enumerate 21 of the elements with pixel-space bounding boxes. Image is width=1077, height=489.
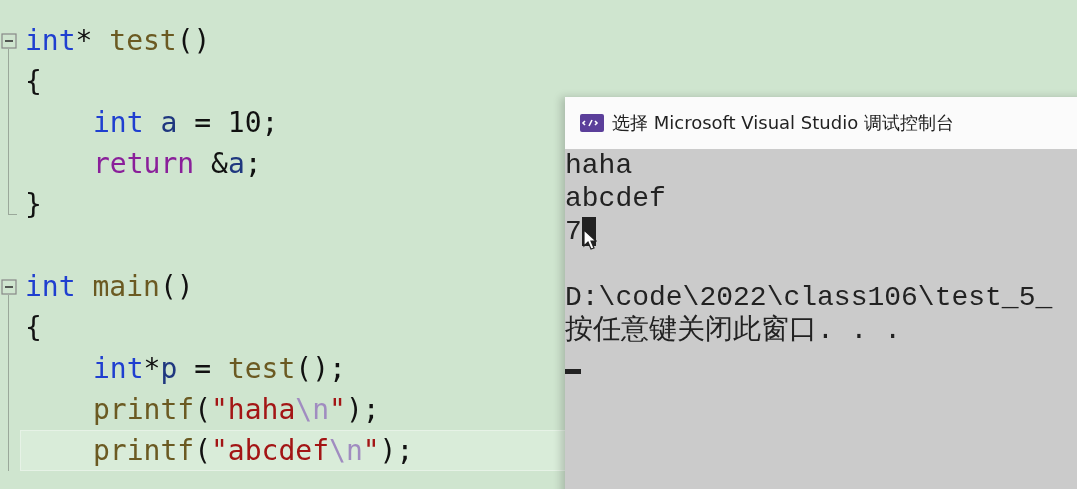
code-line: {: [25, 63, 42, 100]
code-line: return &a;: [93, 145, 262, 182]
code-line: printf("haha\n");: [93, 391, 380, 428]
console-message-line: D:\code\2022\class106\test_5_: [565, 281, 1053, 314]
code-line: {: [25, 309, 42, 346]
code-line: int main(): [25, 268, 194, 305]
console-output-line: 7: [565, 215, 582, 248]
console-app-icon: [580, 114, 604, 132]
mouse-pointer-icon: [583, 229, 597, 251]
code-line: int*p = test();: [93, 350, 346, 387]
collapse-icon[interactable]: [1, 279, 17, 295]
code-line: int* test(): [25, 22, 211, 59]
window-title: 选择 Microsoft Visual Studio 调试控制台: [612, 111, 954, 135]
code-line: printf("abcdef\n");: [93, 432, 414, 469]
code-line: int a = 10;: [93, 104, 279, 141]
console-message-line: 按任意键关闭此窗口. . .: [565, 314, 901, 347]
console-output-line: haha: [565, 149, 633, 182]
text-cursor: [565, 369, 581, 374]
console-output-line: abcdef: [565, 182, 666, 215]
collapse-icon[interactable]: [1, 33, 17, 49]
code-line: }: [25, 186, 42, 223]
